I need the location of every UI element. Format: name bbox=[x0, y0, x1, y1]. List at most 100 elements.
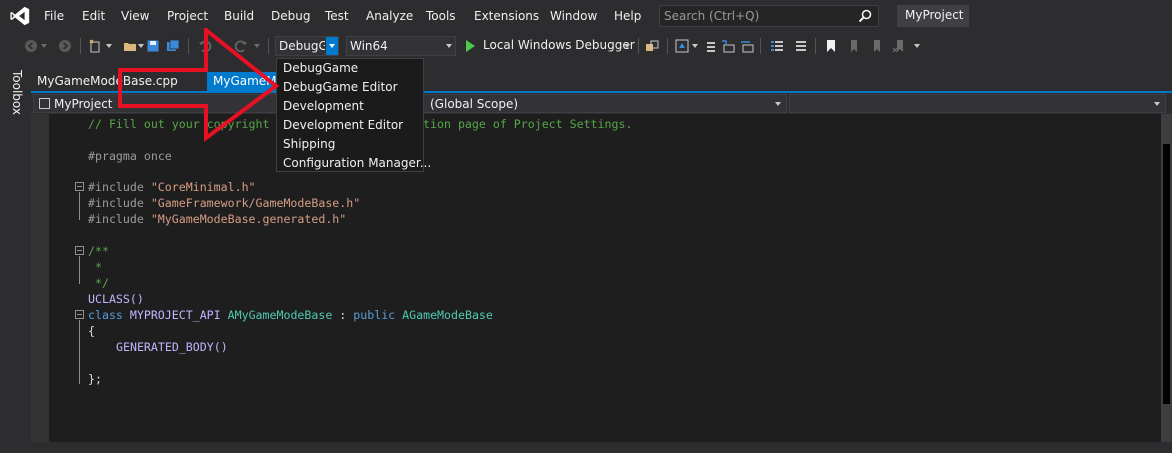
menu-build[interactable]: Build bbox=[224, 8, 254, 24]
code-line: */ bbox=[88, 275, 109, 291]
toolbar-separator bbox=[667, 38, 668, 54]
menu-extensions[interactable]: Extensions bbox=[474, 8, 539, 24]
step-into-icon[interactable] bbox=[721, 39, 735, 53]
toolbar-separator bbox=[80, 38, 81, 54]
toolbar-separator bbox=[760, 38, 761, 54]
menu-file[interactable]: File bbox=[44, 8, 64, 24]
member-dropdown-icon[interactable] bbox=[1154, 102, 1160, 106]
dropdown-option-shipping[interactable]: Shipping bbox=[283, 135, 335, 154]
include-path: "GameFramework/GameModeBase.h" bbox=[150, 196, 361, 210]
previous-bookmark-icon[interactable] bbox=[846, 39, 860, 53]
new-dropdown-icon[interactable] bbox=[106, 44, 112, 48]
toolbox-panel-tab[interactable]: Toolbox bbox=[0, 60, 31, 453]
solution-platform-value: Win64 bbox=[350, 39, 388, 53]
scrollbar-thumb[interactable] bbox=[1163, 144, 1170, 404]
scope-dropdown-icon[interactable] bbox=[775, 102, 781, 106]
preprocessor-keyword: #include bbox=[88, 196, 144, 210]
fold-guide bbox=[79, 256, 80, 284]
solution-configuration-dropdown: DebugGame DebugGame Editor Development D… bbox=[276, 58, 431, 172]
code-line: UCLASS() bbox=[88, 291, 144, 307]
preprocessor-keyword: #pragma bbox=[88, 149, 137, 163]
debug-target-dropdown-icon[interactable] bbox=[624, 44, 630, 48]
new-project-icon[interactable] bbox=[88, 39, 102, 53]
next-bookmark-icon[interactable] bbox=[869, 39, 883, 53]
menu-view[interactable]: View bbox=[121, 8, 149, 24]
include-path: "MyGameModeBase.generated.h" bbox=[150, 212, 347, 226]
start-debugging-button[interactable]: Local Windows Debugger bbox=[462, 36, 635, 56]
dropdown-option-development[interactable]: Development bbox=[283, 97, 364, 116]
code-line: #include "GameFramework/GameModeBase.h" bbox=[88, 195, 360, 211]
dropdown-option-configuration-manager[interactable]: Configuration Manager... bbox=[283, 154, 431, 173]
clear-bookmarks-icon[interactable] bbox=[892, 39, 906, 53]
navigate-back-dropdown-icon[interactable] bbox=[41, 44, 47, 48]
bookmark-icon[interactable] bbox=[824, 39, 838, 53]
step-over-icon[interactable] bbox=[740, 39, 754, 53]
project-select-value: MyProject bbox=[54, 97, 113, 111]
code-text: { bbox=[88, 324, 95, 338]
menu-debug[interactable]: Debug bbox=[271, 8, 310, 24]
solution-platform-select[interactable]: Win64 bbox=[346, 36, 456, 56]
editor-status-strip bbox=[0, 442, 1172, 453]
dropdown-option-debuggame-editor[interactable]: DebugGame Editor bbox=[283, 78, 398, 97]
dropdown-option-debuggame[interactable]: DebugGame bbox=[283, 59, 358, 78]
toolbar-separator bbox=[638, 38, 639, 54]
search-input[interactable]: Search (Ctrl+Q) bbox=[659, 5, 879, 27]
navigate-back-icon[interactable] bbox=[24, 39, 38, 53]
dropdown-option-development-editor[interactable]: Development Editor bbox=[283, 116, 403, 135]
comment-text: /** bbox=[88, 244, 109, 258]
fold-toggle-icon[interactable] bbox=[75, 310, 84, 319]
fold-guide bbox=[79, 320, 80, 384]
play-icon bbox=[466, 40, 475, 52]
menu-tools[interactable]: Tools bbox=[426, 8, 456, 24]
fold-toggle-icon[interactable] bbox=[75, 246, 84, 255]
menu-analyze[interactable]: Analyze bbox=[366, 8, 413, 24]
code-line: #include "MyGameModeBase.generated.h" bbox=[88, 211, 346, 227]
solution-configuration-dropdown-icon[interactable] bbox=[326, 37, 338, 55]
code-line: * bbox=[88, 259, 102, 275]
code-text: : bbox=[332, 308, 354, 322]
scope-select-value: (Global Scope) bbox=[430, 97, 519, 111]
indent-icon[interactable] bbox=[793, 39, 807, 53]
macro-name: UCLASS() bbox=[88, 292, 144, 306]
code-text: once bbox=[136, 149, 172, 163]
code-text: }; bbox=[88, 372, 102, 386]
toolbar-separator bbox=[815, 38, 816, 54]
comment-text: * bbox=[88, 260, 102, 274]
vertical-scrollbar[interactable] bbox=[1161, 114, 1172, 442]
visual-studio-logo-icon[interactable] bbox=[8, 5, 32, 27]
browse-icon[interactable] bbox=[675, 39, 689, 53]
editor-gutter bbox=[31, 114, 49, 442]
keyword: class bbox=[88, 308, 123, 322]
project-name-badge: MyProject bbox=[897, 5, 969, 27]
menu-help[interactable]: Help bbox=[614, 8, 641, 24]
code-line: { bbox=[88, 323, 95, 339]
macro-name: GENERATED_BODY() bbox=[116, 340, 228, 354]
browse-dropdown-icon[interactable] bbox=[692, 44, 698, 48]
code-editor[interactable]: // Fill out your copyright notice in the… bbox=[31, 114, 1161, 442]
attach-process-icon[interactable] bbox=[645, 39, 659, 53]
menu-test[interactable]: Test bbox=[325, 8, 349, 24]
include-path: "CoreMinimal.h" bbox=[150, 180, 256, 194]
code-line: #pragma once bbox=[88, 148, 172, 164]
member-select[interactable] bbox=[789, 94, 1166, 113]
toolbar-overflow-icon[interactable] bbox=[914, 44, 920, 48]
code-line: #include "CoreMinimal.h" bbox=[88, 179, 256, 195]
fold-toggle-icon[interactable] bbox=[75, 182, 84, 191]
project-icon bbox=[39, 98, 50, 109]
preprocessor-keyword: #include bbox=[88, 180, 144, 194]
scope-select[interactable]: (Global Scope) bbox=[423, 94, 787, 113]
preprocessor-keyword: #include bbox=[88, 212, 144, 226]
type-name: AGameModeBase bbox=[402, 308, 493, 322]
search-icon[interactable] bbox=[858, 9, 872, 23]
comment-lines-icon[interactable] bbox=[770, 39, 784, 53]
navigate-forward-icon[interactable] bbox=[58, 39, 72, 53]
toggle-breakpoint-icon[interactable] bbox=[704, 39, 718, 53]
menu-project[interactable]: Project bbox=[167, 8, 208, 24]
solution-platform-dropdown-icon[interactable] bbox=[446, 44, 452, 48]
menu-window[interactable]: Window bbox=[550, 8, 597, 24]
code-line: /** bbox=[88, 243, 109, 259]
search-placeholder: Search (Ctrl+Q) bbox=[664, 9, 760, 23]
menu-edit[interactable]: Edit bbox=[82, 8, 105, 24]
toolbox-label: Toolbox bbox=[10, 70, 24, 115]
type-name: AMyGameModeBase bbox=[227, 308, 333, 322]
